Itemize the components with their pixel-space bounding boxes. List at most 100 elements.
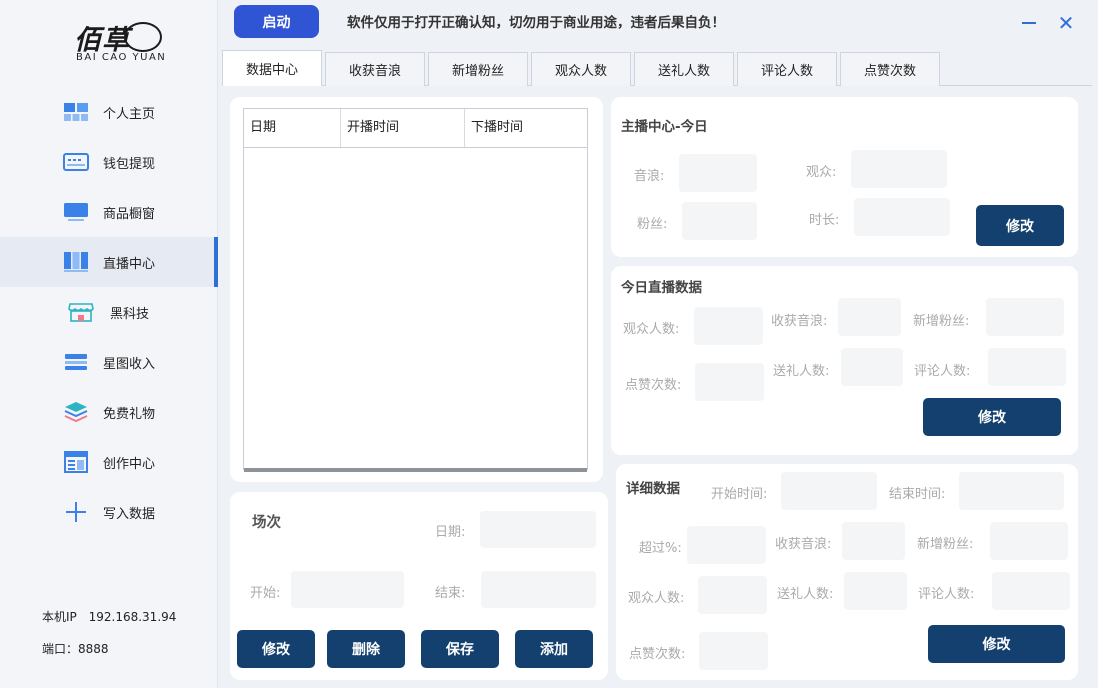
anchor-audience-label: 观众: [806, 165, 837, 180]
detail-newfans-label: 新增粉丝: [917, 537, 974, 552]
anchor-fans-label: 粉丝: [637, 217, 668, 232]
sidebar: 佰草 BAI CAO YUAN 个人主页 钱包提现 商品橱窗 直播中心 黑科技 … [0, 0, 218, 688]
sidebar-item-label: 免费礼物 [103, 406, 156, 422]
tab-comments[interactable]: 评论人数 [737, 52, 837, 86]
detail-start-time-input[interactable] [781, 472, 877, 510]
column-header-start[interactable]: 开播时间 [341, 109, 465, 147]
detail-newfans-input[interactable] [990, 522, 1068, 560]
port-label: 端口： [42, 642, 79, 656]
detail-edit-button[interactable]: 修改 [928, 625, 1065, 663]
detail-yinlang-input[interactable] [842, 522, 905, 560]
live-audience-label: 观众人数: [623, 322, 680, 337]
session-start-input[interactable] [291, 571, 404, 608]
session-add-button[interactable]: 添加 [515, 630, 593, 668]
detail-start-time-label: 开始时间: [711, 487, 768, 502]
table-scrollbar[interactable] [244, 468, 587, 472]
anchor-edit-button[interactable]: 修改 [976, 205, 1064, 246]
minimize-icon[interactable] [1022, 22, 1036, 24]
tab-gifters[interactable]: 送礼人数 [634, 52, 734, 86]
detail-yinlang-label: 收获音浪: [775, 537, 832, 552]
session-save-button[interactable]: 保存 [421, 630, 499, 668]
live-gifters-label: 送礼人数: [773, 364, 830, 379]
session-edit-button[interactable]: 修改 [237, 630, 315, 668]
tab-yinlang[interactable]: 收获音浪 [325, 52, 425, 86]
detail-gifters-label: 送礼人数: [777, 587, 834, 602]
tab-likes[interactable]: 点赞次数 [840, 52, 940, 86]
detail-end-time-input[interactable] [959, 472, 1064, 510]
grid-icon [64, 103, 88, 121]
sidebar-item-showcase[interactable]: 商品橱窗 [0, 187, 218, 237]
sidebar-item-label: 商品橱窗 [103, 206, 156, 222]
ip-label: 本机IP [42, 610, 77, 624]
stack-icon [64, 402, 88, 423]
table-header: 日期 开播时间 下播时间 [244, 109, 587, 148]
logo-subtitle: BAI CAO YUAN [76, 52, 167, 63]
column-header-date[interactable]: 日期 [244, 109, 341, 147]
sidebar-item-wallet[interactable]: 钱包提现 [0, 137, 218, 187]
tab-data-center[interactable]: 数据中心 [222, 50, 322, 86]
live-comments-label: 评论人数: [914, 364, 971, 379]
monitor-icon [64, 203, 88, 221]
notice-text: 软件仅用于打开正确认知，切勿用于商业用途，违者后果自负！ [347, 15, 725, 31]
detail-audience-label: 观众人数: [628, 591, 685, 606]
live-likes-input[interactable] [695, 363, 764, 401]
live-comments-input[interactable] [988, 348, 1066, 386]
sidebar-item-gift[interactable]: 免费礼物 [0, 387, 218, 437]
sidebar-item-xingtu[interactable]: 星图收入 [0, 337, 218, 387]
close-icon[interactable]: ✕ [1056, 13, 1076, 33]
live-audience-input[interactable] [694, 307, 763, 345]
layers-icon [65, 354, 87, 370]
sidebar-item-label: 创作中心 [103, 456, 156, 472]
start-button[interactable]: 启动 [234, 5, 319, 38]
columns-icon [64, 252, 88, 272]
store-icon [68, 303, 94, 322]
detail-exceed-input[interactable] [687, 526, 766, 564]
sidebar-item-home[interactable]: 个人主页 [0, 87, 218, 137]
tab-new-fans[interactable]: 新增粉丝 [428, 52, 528, 86]
anchor-duration-label: 时长: [809, 213, 840, 228]
sidebar-item-label: 写入数据 [103, 506, 156, 522]
detail-likes-input[interactable] [699, 632, 768, 670]
ip-info: 本机IP 192.168.31.94 [42, 608, 176, 625]
detail-comments-label: 评论人数: [918, 587, 975, 602]
port-info: 端口：8888 [42, 640, 109, 657]
brand-logo: 佰草 BAI CAO YUAN [60, 18, 170, 68]
port-value: 8888 [78, 642, 109, 656]
sidebar-item-create[interactable]: 创作中心 [0, 437, 218, 487]
session-end-input[interactable] [481, 571, 596, 608]
anchor-duration-input[interactable] [854, 198, 950, 236]
detail-gifters-input[interactable] [844, 572, 907, 610]
sidebar-item-label: 直播中心 [103, 256, 156, 272]
detail-likes-label: 点赞次数: [629, 647, 686, 662]
live-today-title: 今日直播数据 [621, 280, 702, 296]
sidebar-item-label: 钱包提现 [103, 156, 156, 172]
column-header-end[interactable]: 下播时间 [465, 109, 587, 147]
anchor-audience-input[interactable] [851, 150, 947, 188]
sidebar-item-label: 黑科技 [110, 306, 150, 322]
live-newfans-input[interactable] [986, 298, 1064, 336]
detail-title: 详细数据 [626, 481, 680, 497]
session-table[interactable]: 日期 开播时间 下播时间 [243, 108, 588, 470]
detail-audience-input[interactable] [698, 576, 767, 614]
detail-comments-input[interactable] [992, 572, 1070, 610]
sidebar-item-tech[interactable]: 黑科技 [0, 287, 218, 337]
session-title: 场次 [252, 515, 281, 531]
session-end-label: 结束: [435, 586, 466, 601]
detail-end-time-label: 结束时间: [889, 487, 946, 502]
live-yinlang-input[interactable] [838, 298, 901, 336]
tab-audience[interactable]: 观众人数 [531, 52, 631, 86]
live-edit-button[interactable]: 修改 [923, 398, 1061, 436]
session-date-input[interactable] [480, 511, 596, 548]
window-icon [64, 451, 88, 473]
plus-icon [66, 502, 86, 522]
live-gifters-input[interactable] [841, 348, 903, 386]
session-delete-button[interactable]: 删除 [327, 630, 405, 668]
anchor-fans-input[interactable] [682, 202, 757, 240]
session-date-label: 日期: [435, 525, 466, 540]
sidebar-item-live-center[interactable]: 直播中心 [0, 237, 218, 287]
anchor-yinlang-input[interactable] [679, 154, 757, 192]
sidebar-item-write-data[interactable]: 写入数据 [0, 487, 218, 537]
anchor-today-title: 主播中心-今日 [621, 119, 708, 135]
ip-value: 192.168.31.94 [88, 610, 177, 624]
live-yinlang-label: 收获音浪: [771, 314, 828, 329]
